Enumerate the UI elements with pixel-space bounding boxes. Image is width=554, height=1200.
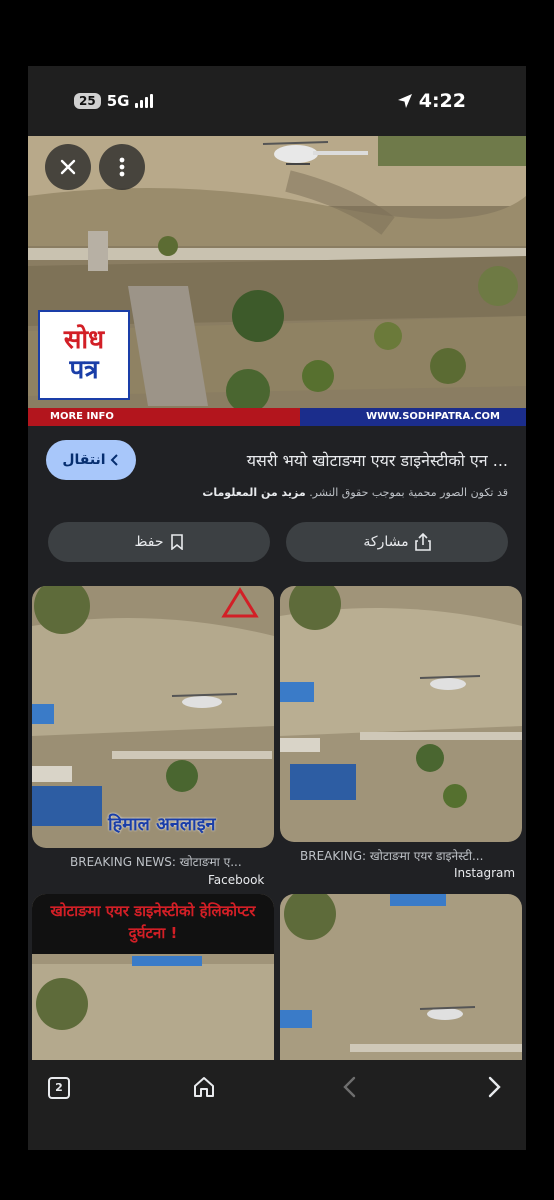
tab-switcher-button[interactable]: 2 (48, 1077, 70, 1099)
share-label: مشاركة (363, 534, 409, 550)
network-label: 5G (106, 92, 130, 110)
location-arrow-icon (397, 94, 412, 108)
news-ticker: MORE INFO WWW.SODHPATRA.COM (28, 408, 526, 426)
related-image-source[interactable]: Instagram (454, 866, 515, 880)
related-image-overlay-text: खोटाङमा एयर डाइनेस्टीको हेलिकोप्टर दुर्घ… (50, 902, 256, 942)
related-image-card[interactable] (280, 586, 522, 842)
save-button[interactable]: حفظ (48, 522, 270, 562)
related-image-4 (280, 894, 522, 1064)
ticker-more-info: MORE INFO (28, 408, 300, 426)
close-button[interactable] (45, 144, 91, 190)
logo-text-line2: पत्र (69, 355, 99, 385)
logo-text-line1: सोध (63, 325, 105, 355)
phone-screen: 25 5G 4:22 सोध पत्र MORE INFO WWW.SODHPA… (28, 66, 526, 1150)
more-options-button[interactable] (99, 144, 145, 190)
more-info-link[interactable]: مزيد من المعلومات (202, 486, 305, 499)
page-title[interactable]: यसरी भयो खोटाङमा एयर डाइनेस्टीको एन ... (247, 449, 508, 471)
chevron-left-icon (110, 454, 118, 466)
battery-indicator: 25 (74, 93, 101, 109)
related-image-card[interactable]: खोटाङमा एयर डाइनेस्टीको हेलिकोप्टर दुर्घ… (32, 894, 274, 1064)
copyright-notice: قد تكون الصور محمية بموجب حقوق النشر. مز… (202, 486, 508, 499)
hero-image: सोध पत्र MORE INFO WWW.SODHPATRA.COM (28, 136, 526, 426)
back-icon[interactable] (340, 1075, 360, 1099)
visit-label: انتقال (62, 452, 106, 468)
bookmark-icon (170, 534, 183, 550)
visit-button[interactable]: انتقال (46, 440, 136, 480)
share-button[interactable]: مشاركة (286, 522, 508, 562)
sodhpatra-logo: सोध पत्र (38, 310, 130, 400)
related-image-overlay-text: हिमाल अनलाइन (108, 814, 216, 835)
related-image-caption[interactable]: BREAKING NEWS: खोटाङमा ए... (70, 853, 242, 870)
bottom-strip (28, 1114, 526, 1150)
related-image-card[interactable]: हिमाल अनलाइन (32, 586, 274, 848)
result-title-row: انتقال यसरी भयो खोटाङमा एयर डाइनेस्टीको … (28, 440, 526, 488)
related-image-card[interactable] (280, 894, 522, 1064)
related-image-source[interactable]: Facebook (208, 873, 264, 887)
ticker-website: WWW.SODHPATRA.COM (300, 408, 526, 426)
related-image-1 (32, 586, 274, 848)
status-bar: 25 5G 4:22 (28, 66, 526, 136)
more-vert-icon (119, 157, 125, 177)
bottom-navigation: 2 (28, 1060, 526, 1114)
close-icon (60, 159, 76, 175)
related-image-2 (280, 586, 522, 842)
save-label: حفظ (134, 534, 164, 550)
clock: 4:22 (418, 90, 466, 112)
forward-icon[interactable] (484, 1075, 504, 1099)
share-icon (414, 533, 431, 551)
signal-icon (135, 94, 154, 108)
copyright-text: قد تكون الصور محمية بموجب حقوق النشر. (309, 486, 508, 499)
home-icon[interactable] (192, 1075, 216, 1099)
related-image-caption[interactable]: BREAKING: खोटाङमा एयर डाइनेस्टी... (300, 847, 483, 864)
